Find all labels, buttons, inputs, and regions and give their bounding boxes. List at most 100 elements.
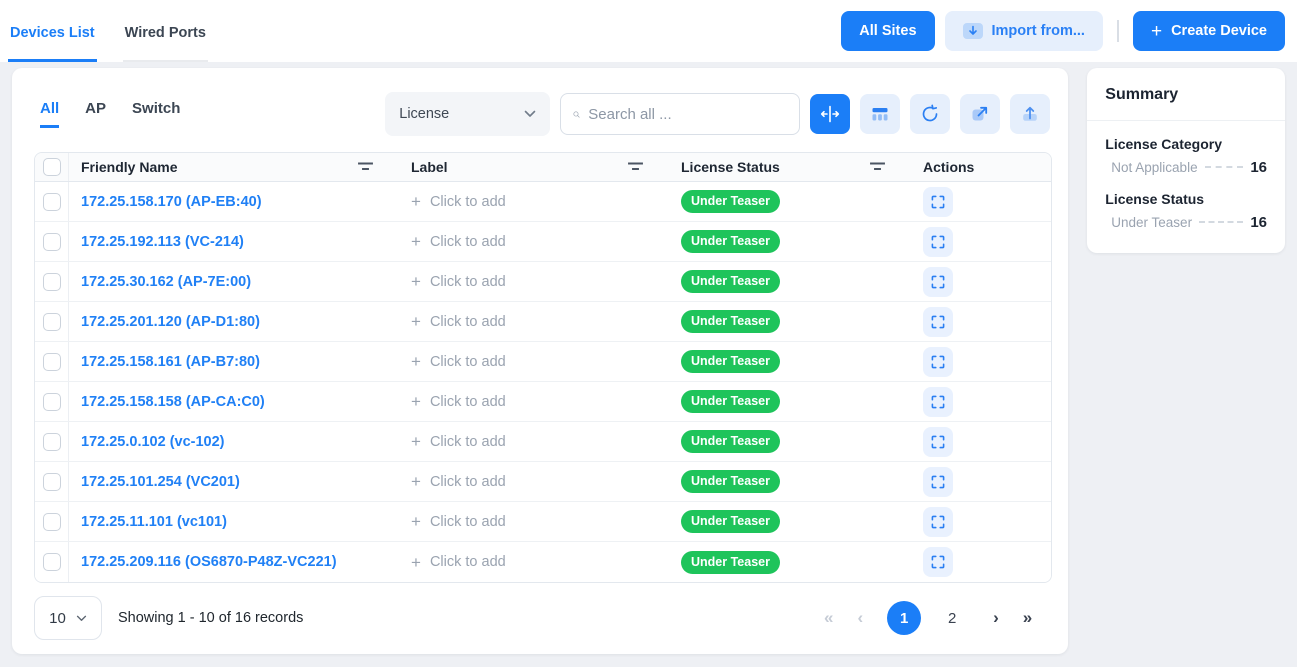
filter-icon[interactable] [358,162,373,172]
search-icon [573,106,580,123]
refresh-button[interactable] [910,94,950,134]
row-checkbox[interactable] [43,313,61,331]
next-page-button[interactable]: › [993,608,999,628]
license-status-badge: Under Teaser [681,190,780,213]
label-add-cell[interactable]: + Click to add [399,462,669,501]
create-device-button[interactable]: + Create Device [1133,11,1285,51]
license-status-badge: Under Teaser [681,310,780,333]
column-actions-label: Actions [923,159,974,175]
row-checkbox-cell [35,342,69,381]
summary-item-value: 16 [1250,214,1267,231]
summary-group: License Category Not Applicable 16 [1105,136,1267,176]
expand-icon [930,474,946,490]
tab-wired-ports[interactable]: Wired Ports [123,0,208,62]
create-device-label: Create Device [1171,23,1267,39]
select-all-checkbox[interactable] [43,158,61,176]
row-checkbox[interactable] [43,273,61,291]
row-checkbox-cell [35,302,69,341]
license-status-cell: Under Teaser [669,502,911,541]
row-checkbox[interactable] [43,393,61,411]
license-status-cell: Under Teaser [669,382,911,421]
filter-icon[interactable] [870,162,885,172]
filter-tab-all[interactable]: All [40,100,59,128]
label-add-cell[interactable]: + Click to add [399,542,669,582]
expand-row-button[interactable] [923,547,953,577]
prev-page-button[interactable]: ‹ [857,608,863,628]
upload-button[interactable] [1010,94,1050,134]
expand-row-button[interactable] [923,227,953,257]
expand-row-button[interactable] [923,387,953,417]
expand-icon [930,274,946,290]
expand-row-button[interactable] [923,267,953,297]
device-link[interactable]: 172.25.201.120 (AP-D1:80) [81,314,260,330]
row-checkbox[interactable] [43,233,61,251]
device-link[interactable]: 172.25.0.102 (vc-102) [81,434,225,450]
expand-row-button[interactable] [923,507,953,537]
table-toolbar: All AP Switch License [24,68,1056,152]
chevron-down-icon [76,615,87,622]
tab-devices-list[interactable]: Devices List [8,0,97,62]
label-add-cell[interactable]: + Click to add [399,262,669,301]
search-input[interactable] [588,106,787,123]
label-add-cell[interactable]: + Click to add [399,182,669,221]
filter-tab-switch[interactable]: Switch [132,100,180,128]
filter-icon[interactable] [628,162,643,172]
summary-item-label: Not Applicable [1111,160,1197,175]
expand-row-button[interactable] [923,347,953,377]
device-link[interactable]: 172.25.101.254 (VC201) [81,474,240,490]
expand-row-button[interactable] [923,427,953,457]
friendly-name-cell: 172.25.158.170 (AP-EB:40) [69,182,399,221]
label-add-cell[interactable]: + Click to add [399,222,669,261]
device-link[interactable]: 172.25.30.162 (AP-7E:00) [81,274,251,290]
device-link[interactable]: 172.25.158.158 (AP-CA:C0) [81,394,265,410]
row-checkbox[interactable] [43,353,61,371]
tab-devices-list-label: Devices List [10,25,95,41]
license-filter-select[interactable]: License [385,92,550,136]
import-button[interactable]: Import from... [945,11,1103,51]
device-link[interactable]: 172.25.209.116 (OS6870-P48Z-VC221) [81,554,337,570]
license-status-cell: Under Teaser [669,302,911,341]
devices-table: Friendly Name Label License Status Actio… [34,152,1052,583]
first-page-button[interactable]: « [824,608,833,628]
column-license-status: License Status [669,153,911,181]
label-add-cell[interactable]: + Click to add [399,502,669,541]
device-link[interactable]: 172.25.158.161 (AP-B7:80) [81,354,260,370]
table-body: 172.25.158.170 (AP-EB:40) + Click to add… [35,182,1051,582]
summary-item-label: Under Teaser [1111,215,1192,230]
page-button-2[interactable]: 2 [935,601,969,635]
row-checkbox[interactable] [43,473,61,491]
label-add-cell[interactable]: + Click to add [399,342,669,381]
filter-tab-ap[interactable]: AP [85,100,106,128]
row-checkbox[interactable] [43,553,61,571]
label-add-cell[interactable]: + Click to add [399,382,669,421]
license-status-badge: Under Teaser [681,390,780,413]
page-button-1[interactable]: 1 [887,601,921,635]
export-button[interactable] [960,94,1000,134]
label-add-cell[interactable]: + Click to add [399,422,669,461]
friendly-name-cell: 172.25.0.102 (vc-102) [69,422,399,461]
page-size-select[interactable]: 10 [34,596,102,640]
device-link[interactable]: 172.25.158.170 (AP-EB:40) [81,194,262,210]
fit-columns-button[interactable] [810,94,850,134]
table-footer: 10 Showing 1 - 10 of 16 records « ‹ 12 ›… [24,583,1056,654]
expand-row-button[interactable] [923,187,953,217]
friendly-name-cell: 172.25.158.161 (AP-B7:80) [69,342,399,381]
showing-records-text: Showing 1 - 10 of 16 records [118,610,303,626]
expand-row-button[interactable] [923,307,953,337]
plus-icon: + [1151,22,1162,41]
friendly-name-cell: 172.25.11.101 (vc101) [69,502,399,541]
expand-row-button[interactable] [923,467,953,497]
actions-cell [911,462,1051,501]
row-checkbox[interactable] [43,513,61,531]
label-add-cell[interactable]: + Click to add [399,302,669,341]
device-link[interactable]: 172.25.192.113 (VC-214) [81,234,244,250]
row-checkbox[interactable] [43,193,61,211]
row-checkbox[interactable] [43,433,61,451]
table-row: 172.25.158.161 (AP-B7:80) + Click to add… [35,342,1051,382]
upload-icon [1020,104,1040,124]
last-page-button[interactable]: » [1023,608,1032,628]
device-link[interactable]: 172.25.11.101 (vc101) [81,514,227,530]
all-sites-button[interactable]: All Sites [841,11,934,51]
search-box [560,93,800,135]
columns-button[interactable] [860,94,900,134]
